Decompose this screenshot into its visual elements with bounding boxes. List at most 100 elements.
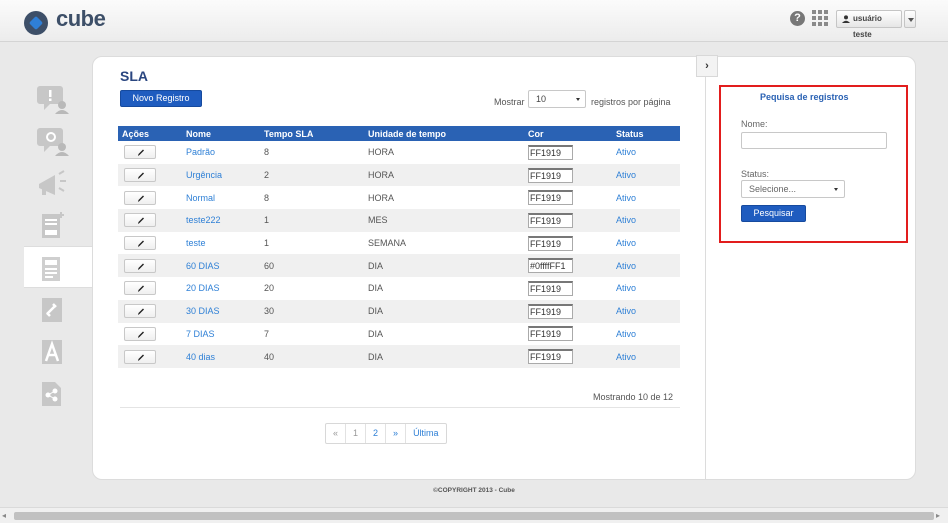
chat-support-icon (37, 128, 69, 156)
pagination-last[interactable]: Última (406, 424, 446, 443)
edit-link-icon (42, 298, 62, 322)
row-status-cell: Ativo (612, 277, 680, 300)
sidebar-item-workflow[interactable] (24, 372, 92, 414)
sidebar-item-letter-a[interactable] (24, 330, 92, 372)
row-actions-cell (118, 299, 182, 323)
pencil-icon (138, 195, 144, 202)
name-search-input[interactable] (741, 132, 887, 149)
scroll-thumb[interactable] (14, 512, 934, 520)
row-name-cell[interactable]: 30 DIAS (182, 299, 260, 323)
row-actions-cell (118, 254, 182, 278)
color-value-input[interactable]: FF1919 (528, 280, 573, 296)
page-size-select[interactable]: 10 (528, 90, 586, 108)
collapse-panel-button[interactable]: › (696, 55, 718, 77)
record-name-link[interactable]: 7 DIAS (186, 329, 215, 339)
edit-button[interactable] (124, 281, 156, 296)
status-badge: Ativo (616, 238, 637, 249)
table-row: teste 1 SEMANA FF1919 Ativo (118, 231, 680, 255)
row-name-cell[interactable]: 20 DIAS (182, 277, 260, 300)
row-status-cell: Ativo (612, 209, 680, 232)
row-name-cell[interactable]: teste222 (182, 209, 260, 232)
sidebar-item-add-document[interactable] (24, 204, 92, 246)
pagination-next[interactable]: » (386, 424, 407, 443)
top-header: cube ? usuário teste (0, 0, 948, 42)
record-name-link[interactable]: 30 DIAS (186, 306, 220, 316)
row-name-cell[interactable]: teste (182, 231, 260, 255)
color-value-input[interactable]: FF1919 (528, 349, 573, 365)
row-color-cell: FF1919 (524, 277, 612, 300)
edit-button[interactable] (124, 304, 156, 319)
column-header-actions[interactable]: Ações (118, 126, 182, 141)
sidebar-item-edit-link[interactable] (24, 288, 92, 330)
edit-button[interactable] (124, 190, 156, 205)
user-menu-button[interactable]: usuário teste (836, 10, 902, 39)
color-value-input[interactable]: #0ffffFF1 (528, 258, 573, 274)
status-badge: Ativo (616, 283, 637, 294)
record-name-link[interactable]: Normal (186, 193, 215, 203)
column-header-status[interactable]: Status (612, 126, 680, 141)
row-name-cell[interactable]: Normal (182, 186, 260, 210)
grid-apps-icon[interactable] (812, 10, 828, 26)
record-name-link[interactable]: teste (186, 238, 206, 248)
question-circle-icon[interactable]: ? (790, 11, 805, 26)
column-header-name[interactable]: Nome (182, 126, 260, 141)
horizontal-scrollbar[interactable]: ◂ ▸ (0, 507, 948, 523)
edit-button[interactable] (124, 349, 156, 364)
column-header-time-unit[interactable]: Unidade de tempo (364, 126, 524, 141)
pagination-prev[interactable]: « (326, 424, 347, 443)
record-name-link[interactable]: teste222 (186, 215, 221, 225)
row-color-cell: FF1919 (524, 163, 612, 187)
row-actions-cell (118, 277, 182, 300)
color-value-input[interactable]: FF1919 (528, 326, 573, 342)
edit-button[interactable] (124, 236, 156, 251)
color-value-input[interactable]: FF1919 (528, 167, 573, 183)
scroll-right-icon[interactable]: ▸ (936, 511, 946, 521)
color-value-input[interactable]: FF1919 (528, 190, 573, 206)
color-value-input[interactable]: FF1919 (528, 144, 573, 160)
row-color-cell: FF1919 (524, 141, 612, 164)
edit-button[interactable] (124, 145, 156, 160)
record-name-link[interactable]: 20 DIAS (186, 283, 220, 293)
table-row: Urgência 2 HORA FF1919 Ativo (118, 163, 680, 187)
status-select[interactable]: Selecione... (741, 180, 845, 198)
record-name-link[interactable]: 40 dias (186, 352, 215, 362)
pencil-icon (138, 331, 144, 338)
show-label: Mostrar (494, 97, 525, 107)
sidebar-item-sla[interactable] (24, 246, 92, 288)
chevron-down-icon[interactable] (904, 10, 916, 28)
status-badge: Ativo (616, 306, 637, 317)
status-badge: Ativo (616, 170, 637, 181)
column-header-color[interactable]: Cor (524, 126, 612, 141)
row-name-cell[interactable]: Urgência (182, 163, 260, 187)
edit-button[interactable] (124, 213, 156, 228)
column-header-sla-time[interactable]: Tempo SLA (260, 126, 364, 141)
color-value-input[interactable]: FF1919 (528, 235, 573, 251)
edit-button[interactable] (124, 168, 156, 183)
pagination-page-1[interactable]: 1 (346, 424, 367, 443)
table-row: teste222 1 MES FF1919 Ativo (118, 209, 680, 232)
edit-button[interactable] (124, 326, 156, 341)
color-value-input[interactable]: FF1919 (528, 212, 573, 228)
cube-logo-icon[interactable] (24, 11, 48, 35)
logo-text[interactable]: cube (56, 6, 106, 32)
row-name-cell[interactable]: 40 dias (182, 345, 260, 368)
color-value-input[interactable]: FF1919 (528, 303, 573, 319)
row-name-cell[interactable]: 60 DIAS (182, 254, 260, 278)
row-status-cell: Ativo (612, 254, 680, 278)
search-panel-title: Pequisa de registros (760, 92, 849, 102)
record-name-link[interactable]: Padrão (186, 147, 215, 157)
edit-button[interactable] (124, 258, 156, 273)
new-record-button[interactable]: Novo Registro (120, 90, 202, 107)
row-color-cell: FF1919 (524, 322, 612, 346)
record-name-link[interactable]: 60 DIAS (186, 261, 220, 271)
sidebar-item-chat-support[interactable] (24, 120, 92, 162)
sidebar-item-megaphone[interactable] (24, 162, 92, 204)
scroll-left-icon[interactable]: ◂ (2, 511, 12, 521)
pagination-page-2[interactable]: 2 (366, 424, 387, 443)
search-button[interactable]: Pesquisar (741, 205, 806, 222)
status-field-label: Status: (741, 169, 770, 179)
row-name-cell[interactable]: Padrão (182, 141, 260, 164)
row-name-cell[interactable]: 7 DIAS (182, 322, 260, 346)
sidebar-item-chat-user[interactable] (24, 78, 92, 120)
record-name-link[interactable]: Urgência (186, 170, 222, 180)
